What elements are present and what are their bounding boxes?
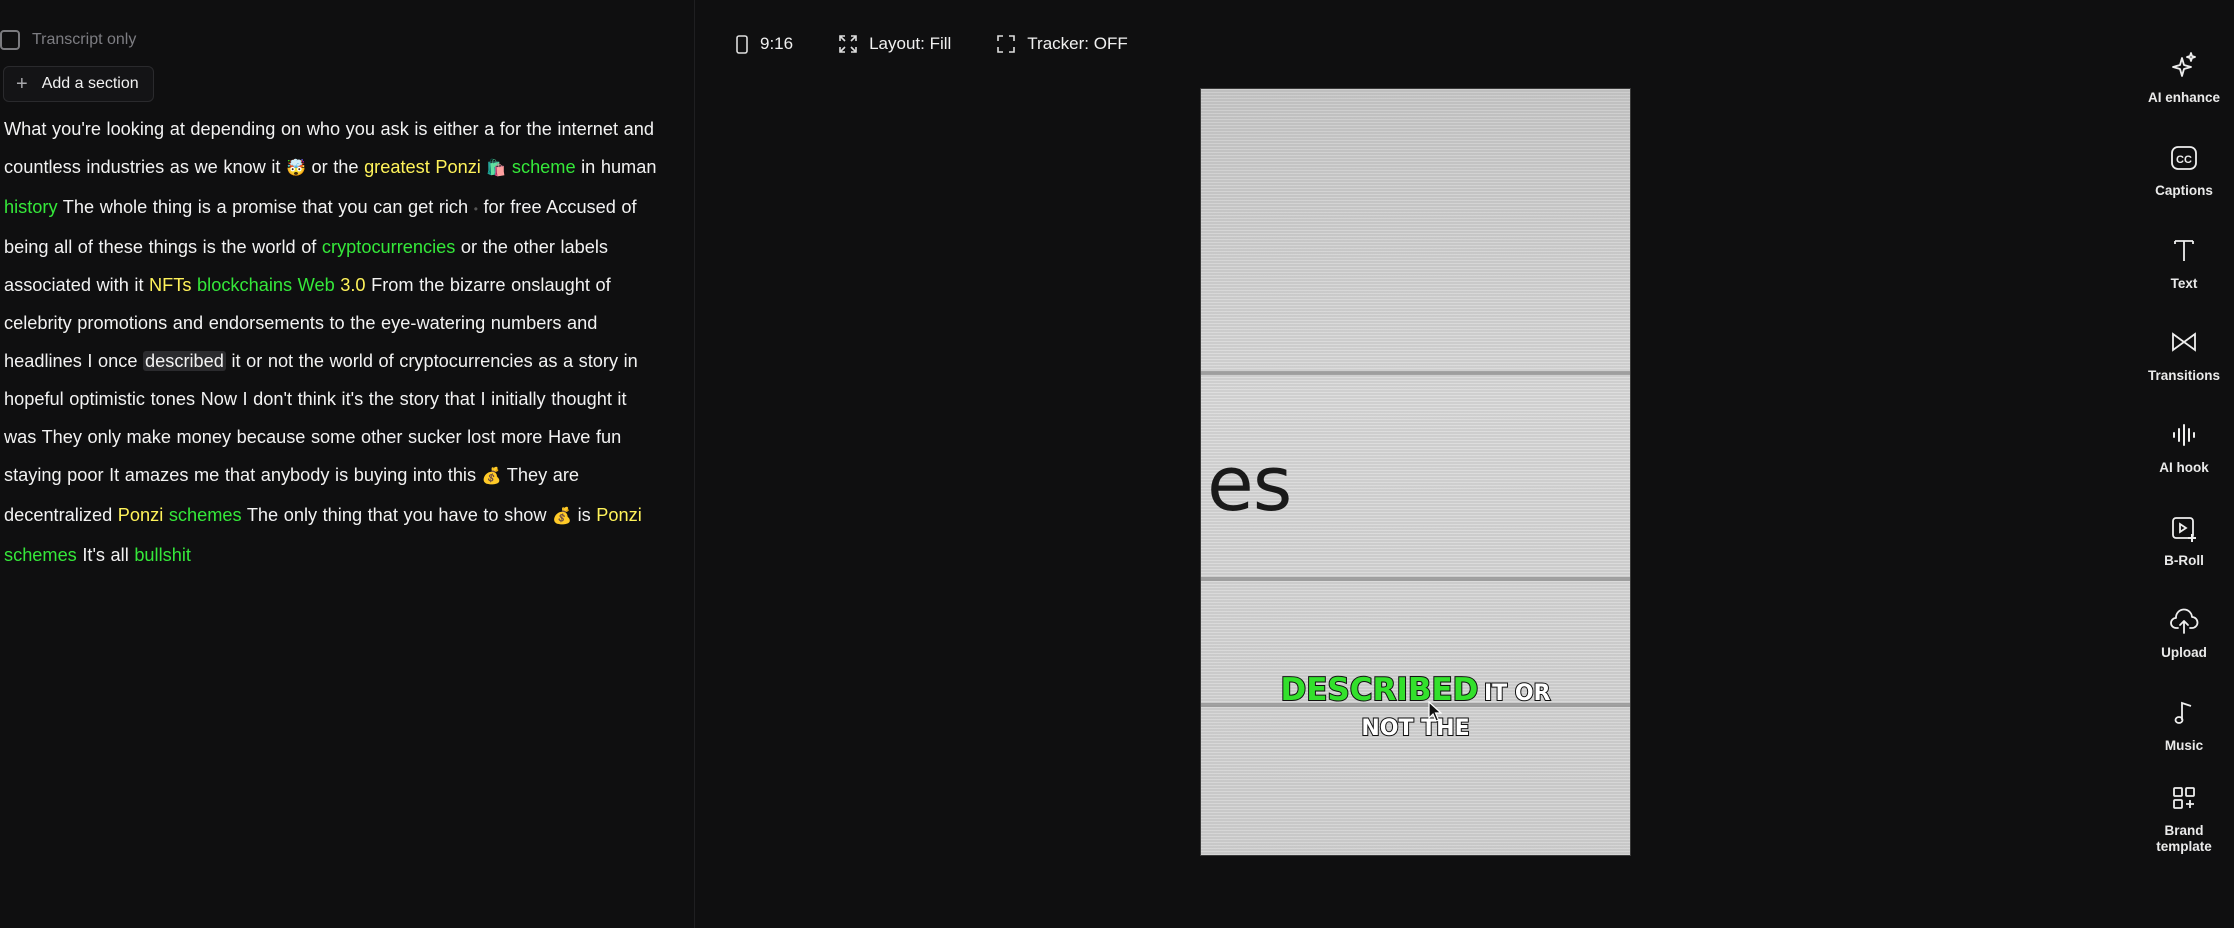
add-section-label: Add a section xyxy=(41,75,139,92)
transcript-segment: It's all xyxy=(76,545,135,565)
svg-text:CC: CC xyxy=(2176,154,2192,166)
tracker-button[interactable]: Tracker: OFF xyxy=(997,34,1128,54)
highlighted-word[interactable]: blockchains Web xyxy=(197,275,335,295)
highlighted-word[interactable]: bullshit xyxy=(134,545,191,565)
caption-overlay[interactable]: DESCRIBED IT OR NOT THE xyxy=(1201,672,1630,746)
tool-label: AI enhance xyxy=(2147,90,2221,105)
transitions-icon xyxy=(2134,330,2234,360)
tool-ai-enhance[interactable]: AI enhance xyxy=(2134,52,2234,105)
highlighted-word[interactable]: Ponzi xyxy=(118,505,164,525)
cc-icon: CC xyxy=(2134,145,2234,175)
caption-line-1: DESCRIBED IT OR xyxy=(1201,672,1630,712)
broll-icon xyxy=(2134,515,2234,545)
emoji-icon[interactable]: 🛍️ xyxy=(486,160,506,177)
layout-button[interactable]: Layout: Fill xyxy=(839,34,951,54)
text-icon xyxy=(2134,238,2234,268)
highlighted-word[interactable]: described xyxy=(143,351,226,371)
highlighted-word[interactable]: schemes xyxy=(169,505,242,525)
scanline-artifact xyxy=(1201,577,1630,581)
plus-icon: + xyxy=(16,73,28,95)
emoji-icon[interactable]: 💰 xyxy=(482,468,502,485)
tool-captions[interactable]: CC Captions xyxy=(2134,145,2234,198)
layout-label: Layout: Fill xyxy=(869,34,952,53)
background-text: es xyxy=(1207,439,1292,528)
emoji-icon[interactable]: 💰 xyxy=(552,508,572,525)
tool-label: Transitions xyxy=(2147,368,2220,383)
add-section-button[interactable]: + Add a section xyxy=(3,66,154,102)
transcript-only-toggle[interactable]: Transcript only xyxy=(0,28,136,52)
highlighted-word[interactable]: greatest Ponzi xyxy=(364,157,481,177)
tool-label: Captions xyxy=(2155,183,2213,198)
highlighted-word[interactable]: schemes xyxy=(4,545,77,565)
waveform-icon xyxy=(2134,422,2234,452)
highlighted-word[interactable]: NFTs xyxy=(149,275,191,295)
tool-label: Upload xyxy=(2161,645,2207,660)
transcript-segment: The only thing that you have to show xyxy=(241,505,553,525)
music-note-icon xyxy=(2134,700,2234,730)
tool-label: Music xyxy=(2164,738,2204,753)
highlighted-word[interactable]: Ponzi xyxy=(596,505,642,525)
transcript-segment: or the xyxy=(305,157,365,177)
transcript-segment: is xyxy=(572,505,597,525)
tool-label: AI hook xyxy=(2159,460,2209,475)
transcript-only-label: Transcript only xyxy=(32,31,137,48)
highlighted-word[interactable]: cryptocurrencies xyxy=(322,237,455,257)
tool-b-roll[interactable]: B-Roll xyxy=(2134,515,2234,568)
transcript-panel: Transcript only + Add a section What you… xyxy=(0,0,695,928)
tool-upload[interactable]: Upload xyxy=(2134,607,2234,660)
tool-label: B-Roll xyxy=(2164,553,2204,568)
frame-corners-icon xyxy=(997,35,1016,53)
aspect-ratio-label: 9:16 xyxy=(760,34,794,53)
highlighted-word[interactable]: scheme xyxy=(512,157,576,177)
mouse-cursor-icon xyxy=(1428,701,1442,722)
tool-music[interactable]: Music xyxy=(2134,700,2234,753)
transcript-only-checkbox[interactable] xyxy=(0,30,20,50)
upload-cloud-icon xyxy=(2134,607,2234,637)
tools-sidebar: AI enhance CC Captions Text Transitions … xyxy=(2134,0,2234,928)
transcript-segment: in human xyxy=(575,157,657,177)
preview-toolbar: 9:16 Layout: Fill Tracker: OFF xyxy=(736,30,1174,58)
tool-label: Text xyxy=(2170,276,2198,291)
expand-icon xyxy=(839,35,857,53)
highlighted-word[interactable]: 3.0 xyxy=(340,275,365,295)
tracker-label: Tracker: OFF xyxy=(1027,34,1128,53)
tool-ai-hook[interactable]: AI hook xyxy=(2134,422,2234,475)
caption-rest-text: IT OR xyxy=(1483,680,1551,707)
aspect-ratio-button[interactable]: 9:16 xyxy=(736,34,793,54)
tool-label: Brand template xyxy=(2156,823,2212,854)
highlighted-word[interactable]: history xyxy=(4,197,58,217)
tool-brand-template[interactable]: Brand template xyxy=(2134,785,2234,855)
video-preview[interactable]: es DESCRIBED IT OR NOT THE xyxy=(1200,88,1631,856)
transcript-text[interactable]: What you're looking at depending on who … xyxy=(4,110,664,574)
transcript-segment: The whole thing is a promise that you ca… xyxy=(57,197,474,217)
scanline-artifact xyxy=(1201,371,1630,375)
phone-icon xyxy=(736,34,748,54)
caption-highlight-word: DESCRIBED xyxy=(1279,672,1479,708)
emoji-icon[interactable]: 🤯 xyxy=(286,160,306,177)
tool-text[interactable]: Text xyxy=(2134,238,2234,291)
caption-line-2: NOT THE xyxy=(1360,715,1470,742)
tool-transitions[interactable]: Transitions xyxy=(2134,330,2234,383)
sparkles-icon xyxy=(2134,52,2234,82)
brand-template-icon xyxy=(2134,785,2234,815)
